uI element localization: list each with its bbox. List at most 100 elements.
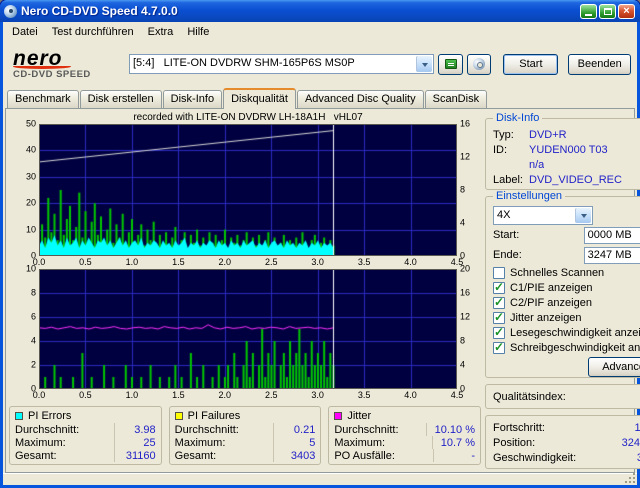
disc-icon: [473, 58, 486, 70]
disk-type-value: DVD+R: [529, 128, 567, 141]
axis-tick-label: 4: [30, 335, 36, 346]
checkbox-box: ✓: [493, 279, 505, 294]
checkbox-jitter[interactable]: ✓ Jitter anzeigen: [486, 310, 640, 325]
side-panel: Disk-Info Typ: DVD+R ID: YUDEN000 T03 n/a …: [485, 112, 640, 469]
axis-tick-label: 1.0: [125, 257, 139, 267]
charts-column: recorded with LITE-ON DVDRW LH-18A1H vHL…: [9, 112, 482, 469]
check-icon: ✓: [494, 324, 505, 339]
disc-app-icon: [4, 4, 17, 18]
scan-speed-selector[interactable]: 4X: [493, 205, 593, 225]
pi-errors-left-axis-labels: 50 40 30 20 10 0: [9, 119, 39, 260]
disk-id-value: YUDEN000 T03: [529, 143, 608, 156]
menu-bar: Datei Test durchführen Extra Hilfe: [3, 22, 637, 41]
checkbox-box: ✓: [493, 266, 505, 279]
disk-info-label: Typ:: [493, 128, 514, 141]
start-position-label: Start:: [493, 229, 520, 242]
checkbox-box: ✓: [493, 324, 505, 339]
check-icon: ✓: [494, 279, 505, 294]
axis-tick-label: 0.5: [79, 390, 92, 400]
axis-tick-label: 4: [460, 359, 466, 370]
chevron-down-icon: [580, 213, 587, 221]
axis-tick-label: 3.0: [311, 390, 324, 400]
disk-firmware-value: n/a: [529, 158, 545, 171]
stat-label: Maximum:: [174, 436, 226, 449]
checkbox-read-speed[interactable]: ✓ Lesegeschwindigkeit anzeigen: [486, 325, 640, 340]
pi-failures-stats-title: PI Failures: [187, 410, 241, 422]
tab-advanced-disc-quality[interactable]: Advanced Disc Quality: [296, 90, 424, 108]
axis-tick-label: 20: [460, 263, 471, 274]
nero-logo: nero CD-DVD SPEED: [9, 48, 125, 80]
axis-tick-label: 12: [460, 311, 471, 322]
eject-disc-button[interactable]: [466, 53, 492, 75]
drive-selector-dropdown-button[interactable]: [416, 56, 433, 72]
axis-tick-label: 4.5: [450, 390, 464, 400]
axis-tick-label: 40: [25, 144, 36, 155]
window-title: Nero CD-DVD Speed 4.7.0.0: [21, 4, 178, 18]
axis-tick-label: 10: [25, 224, 36, 235]
settings-group: Einstellungen 4X ↻ Start: Ende:: [485, 190, 640, 379]
stat-value: 3.98: [113, 423, 156, 436]
advanced-button[interactable]: Advanced: [587, 357, 640, 378]
minimize-button[interactable]: [580, 3, 597, 19]
start-button[interactable]: Start: [503, 53, 559, 75]
stat-label: Durchschnitt:: [15, 423, 80, 436]
menu-test-durchfuehren[interactable]: Test durchführen: [45, 25, 141, 39]
maximize-button[interactable]: [599, 3, 616, 19]
title-bar[interactable]: Nero CD-DVD Speed 4.7.0.0 ×: [0, 0, 640, 22]
status-bar: [3, 473, 637, 485]
menu-extra[interactable]: Extra: [141, 25, 181, 39]
statistics-row: PI Errors Durchschnitt: 3.98 Maximum: 25 G…: [9, 406, 482, 465]
checkbox-box: ✓: [493, 310, 505, 324]
resize-grip[interactable]: [623, 473, 637, 485]
axis-tick-label: 16: [460, 118, 471, 129]
start-position-input[interactable]: [583, 226, 640, 244]
axis-tick-label: 10: [25, 263, 36, 274]
pi-failures-right-axis-labels: 20 16 12 8 4 0: [457, 264, 481, 393]
stat-value: 25: [113, 436, 156, 449]
check-icon: ✓: [494, 339, 505, 354]
pi-failures-chip: [174, 412, 183, 420]
stat-label: Gesamt:: [174, 449, 217, 462]
stat-label: Gesamt:: [15, 449, 57, 462]
menu-hilfe[interactable]: Hilfe: [180, 25, 216, 39]
checkbox-fast-scan[interactable]: ✓ Schnelles Scannen: [486, 265, 640, 280]
check-icon: ✓: [494, 294, 505, 309]
stat-value: 31160: [113, 449, 156, 462]
axis-tick-label: 2.5: [264, 390, 278, 400]
close-icon: ×: [623, 4, 630, 17]
pi-failures-left-axis-labels: 10 8 6 4 2 0: [9, 264, 39, 393]
checkbox-c1-pie[interactable]: ✓ C1/PIE anzeigen: [486, 280, 640, 295]
tab-disk-info[interactable]: Disk-Info: [162, 90, 223, 108]
pi-errors-right-axis-labels: 16 12 8 4 0: [457, 119, 481, 260]
disc-quality-tab-page: recorded with LITE-ON DVDRW LH-18A1H vHL…: [5, 108, 640, 473]
menu-datei[interactable]: Datei: [5, 25, 45, 39]
axis-tick-label: 3.5: [357, 390, 371, 400]
axis-tick-label: 0.0: [32, 390, 46, 400]
axis-tick-label: 4.0: [404, 390, 417, 400]
axis-tick-label: 4.0: [404, 257, 417, 267]
tab-benchmark[interactable]: Benchmark: [7, 90, 79, 108]
stat-label: Maximum:: [334, 436, 386, 449]
axis-tick-label: 16: [460, 287, 471, 298]
tab-scandisk[interactable]: ScanDisk: [424, 90, 488, 108]
checkbox-write-speed[interactable]: ✓ Schreibgeschwindigkeit anzeigen: [486, 340, 640, 355]
tab-diskqualitaet[interactable]: Diskqualität: [223, 88, 296, 109]
axis-tick-label: 2.5: [264, 257, 278, 267]
tab-disk-erstellen[interactable]: Disk erstellen: [79, 90, 162, 108]
titlebar-buttons: ×: [580, 3, 635, 19]
end-position-input[interactable]: [583, 246, 640, 264]
disc-info-button[interactable]: [438, 53, 463, 75]
drive-selector[interactable]: [5:4] LITE-ON DVDRW SHM-165P6S MS0P: [129, 54, 435, 74]
stat-value: 3403: [273, 449, 315, 462]
tab-strip: Benchmark Disk erstellen Disk-Info Diskq…: [3, 87, 637, 109]
stat-label: Durchschnitt:: [174, 423, 239, 436]
axis-tick-label: 1.5: [172, 257, 185, 267]
scan-speed-dropdown-button[interactable]: [575, 207, 591, 223]
exit-button[interactable]: Beenden: [568, 53, 632, 75]
stat-value: 5: [273, 436, 315, 449]
axis-tick-label: 8: [30, 287, 36, 298]
close-button[interactable]: ×: [618, 3, 635, 19]
disk-info-group: Disk-Info Typ: DVD+R ID: YUDEN000 T03 n/a …: [485, 112, 640, 191]
stat-value: 0.21: [273, 423, 315, 436]
checkbox-c2-pif[interactable]: ✓ C2/PIF anzeigen: [486, 295, 640, 310]
